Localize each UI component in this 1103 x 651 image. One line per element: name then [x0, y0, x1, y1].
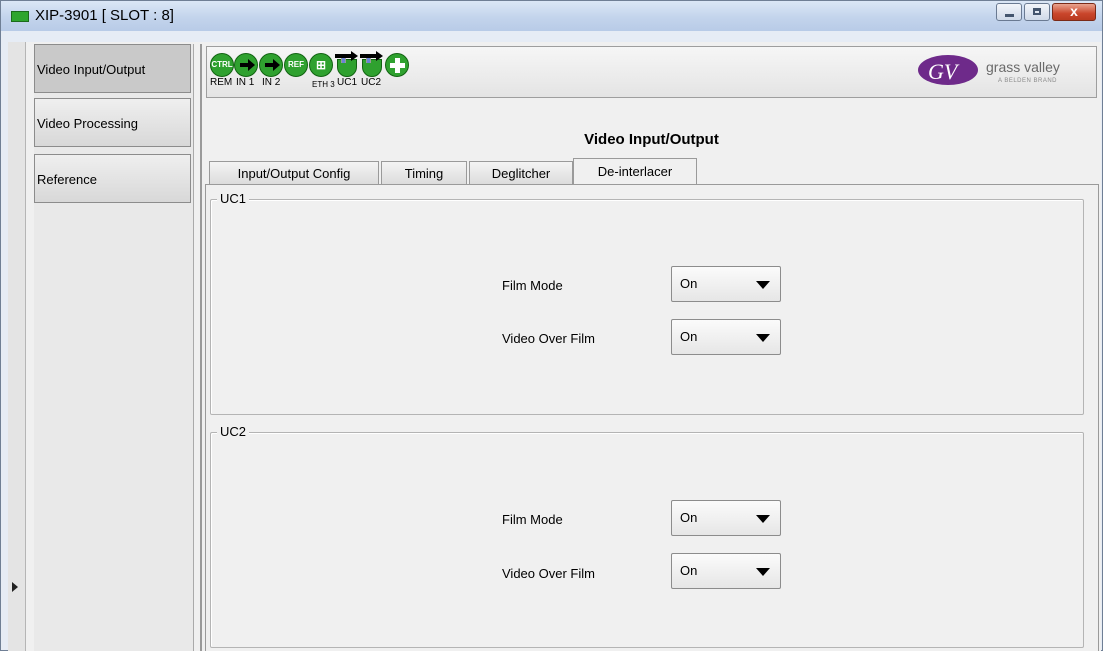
minimize-button[interactable]: [996, 3, 1022, 21]
toolbar-label-rem: REM: [210, 77, 233, 88]
uc1-video-over-film-label: Video Over Film: [502, 331, 595, 346]
input-1-icon[interactable]: [234, 53, 258, 77]
input-2-icon[interactable]: [259, 53, 283, 77]
toolbar-label-uc2: UC2: [361, 77, 382, 88]
uc1-icon[interactable]: [335, 51, 359, 77]
uc1-film-mode-label: Film Mode: [502, 278, 563, 293]
uc1-film-mode-select[interactable]: On: [671, 266, 781, 302]
grass-valley-logo: GV grass valley A BELDEN BRAND: [918, 53, 1088, 93]
collapse-strip[interactable]: [8, 42, 26, 651]
page-title: Video Input/Output: [584, 131, 719, 148]
uc2-video-over-film-select[interactable]: On: [671, 553, 781, 589]
close-icon: x: [1070, 3, 1078, 19]
chevron-down-icon: [756, 515, 770, 523]
nav-item-reference[interactable]: Reference: [34, 154, 191, 203]
tab-timing[interactable]: Timing: [381, 161, 467, 184]
window-title: XIP-3901 [ SLOT : 8]: [35, 7, 174, 24]
maximize-button[interactable]: [1024, 3, 1050, 21]
uc1-group: UC1: [210, 191, 1084, 415]
nav-item-video-processing[interactable]: Video Processing: [34, 98, 191, 147]
toolbar-label-in1: IN 1: [236, 77, 255, 88]
tab-deglitcher[interactable]: Deglitcher: [469, 161, 573, 184]
uc2-video-over-film-label: Video Over Film: [502, 566, 595, 581]
ctrl-status-icon[interactable]: CTRL: [210, 53, 234, 77]
uc2-film-mode-label: Film Mode: [502, 512, 563, 527]
logo-mark: GV: [918, 55, 978, 85]
minimize-icon: [1005, 14, 1014, 17]
uc2-icon[interactable]: [360, 51, 384, 77]
chevron-down-icon: [756, 568, 770, 576]
chevron-down-icon: [756, 281, 770, 289]
logo-name: grass valley: [986, 59, 1060, 75]
uc1-video-over-film-select[interactable]: On: [671, 319, 781, 355]
device-status-icon: [11, 11, 29, 22]
health-plus-icon[interactable]: [385, 53, 409, 77]
group-title-uc2: UC2: [217, 424, 250, 439]
tab-de-interlacer[interactable]: De-interlacer: [573, 158, 697, 185]
ethernet-icon[interactable]: ⊞: [309, 53, 333, 77]
uc2-film-mode-select[interactable]: On: [671, 500, 781, 536]
nav-item-video-input-output[interactable]: Video Input/Output: [34, 44, 191, 93]
title-bar[interactable]: XIP-3901 [ SLOT : 8] x: [1, 1, 1102, 31]
toolbar-label-uc1: UC1: [337, 77, 358, 88]
window-controls: x: [994, 3, 1096, 21]
maximize-icon: [1033, 8, 1041, 15]
tab-input-output-config[interactable]: Input/Output Config: [209, 161, 379, 184]
category-nav: Video Input/Output Video Processing Refe…: [34, 44, 194, 651]
logo-tagline: A BELDEN BRAND: [998, 78, 1058, 84]
uc1-video-over-film-value: On: [680, 329, 698, 344]
group-title-uc1: UC1: [217, 191, 250, 206]
toolbar-label-in2: IN 2: [262, 77, 281, 88]
toolbar-label-eth: ETH 3: [312, 80, 335, 89]
uc2-video-over-film-value: On: [680, 563, 698, 578]
uc1-film-mode-value: On: [680, 276, 698, 291]
uc2-group: UC2: [210, 424, 1084, 648]
expand-arrow-icon[interactable]: [12, 582, 18, 592]
uc2-film-mode-value: On: [680, 510, 698, 525]
status-toolbar: CTRL REF ⊞ REM IN 1 IN 2 ETH 3 UC1 UC2 G…: [206, 46, 1097, 98]
close-button[interactable]: x: [1052, 3, 1096, 21]
chevron-down-icon: [756, 334, 770, 342]
reference-icon[interactable]: REF: [284, 53, 308, 77]
